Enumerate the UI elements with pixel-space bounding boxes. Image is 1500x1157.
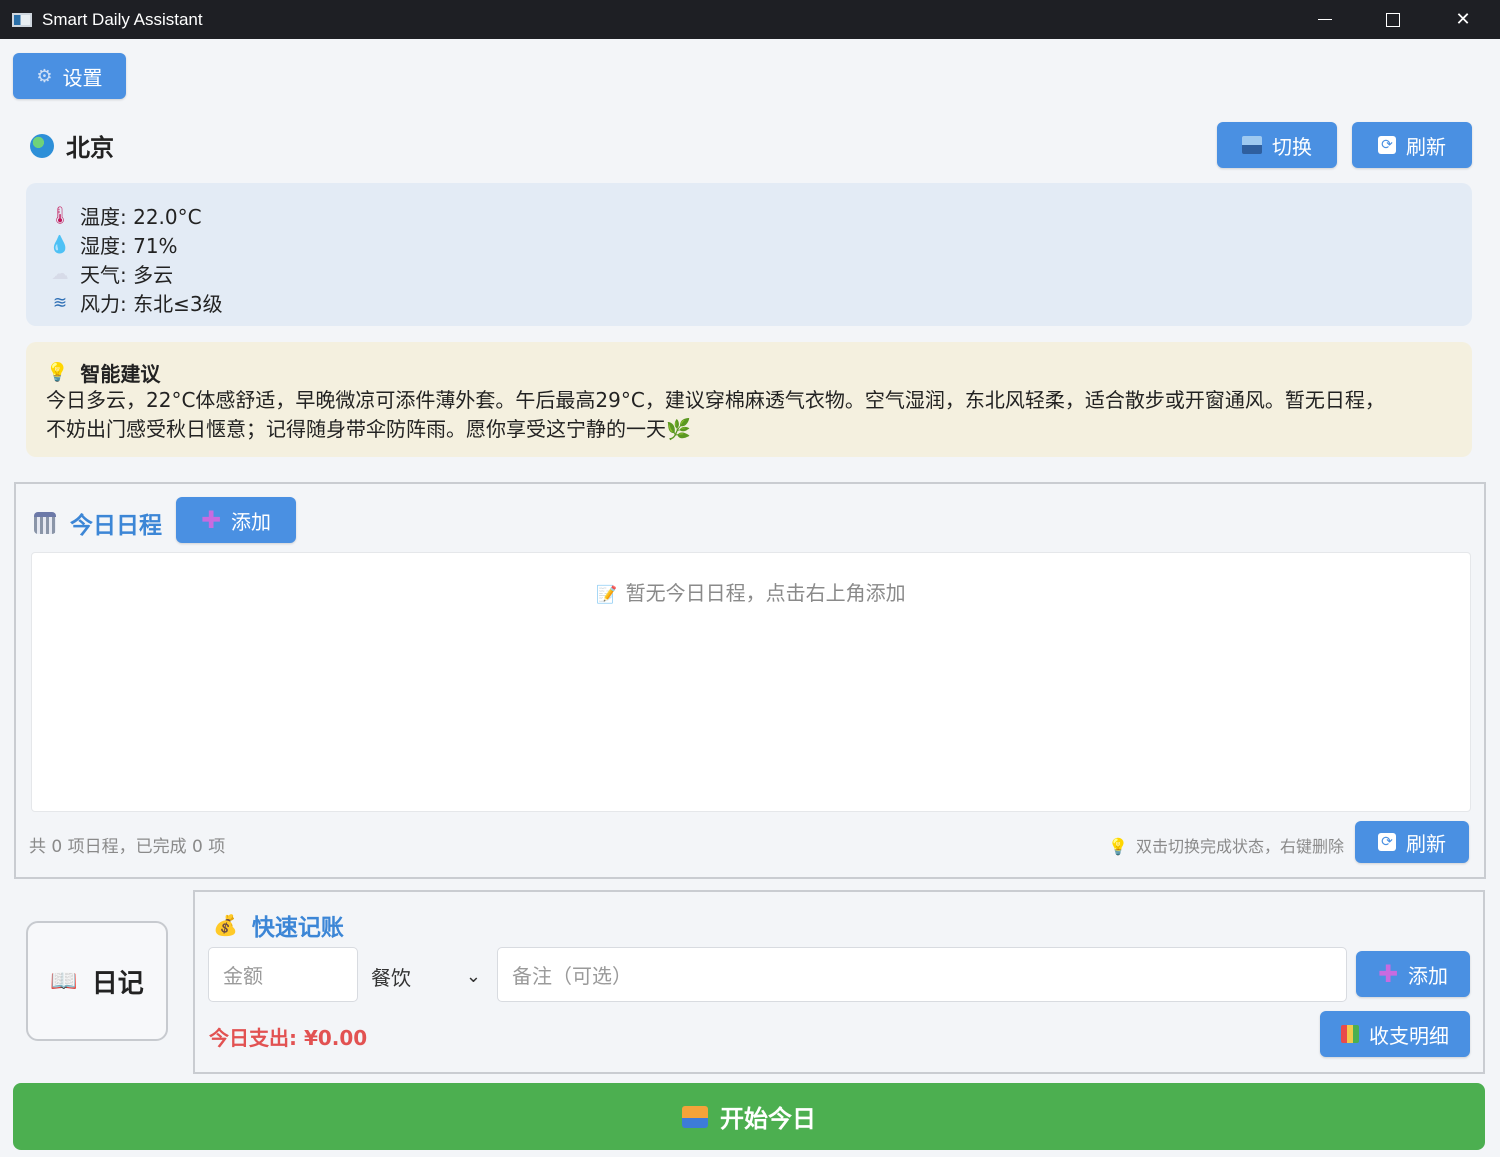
add-expense-label: 添加 — [1408, 963, 1449, 988]
memo-icon: 📝 — [596, 585, 618, 605]
add-schedule-label: 添加 — [231, 509, 272, 534]
bulb-icon: 💡 — [46, 361, 69, 383]
wind-row: ≋ 风力: 东北≤3级 — [48, 288, 1472, 317]
condition-row: ☁ 天气: 多云 — [48, 259, 1472, 288]
note-input[interactable]: 备注（可选） — [497, 947, 1347, 1002]
weather-panel: 🌡 温度: 22.0°C 💧 湿度: 71% ☁ 天气: 多云 ≋ 风力: 东北… — [26, 183, 1472, 326]
schedule-empty-message: 📝 暂无今日日程，点击右上角添加 — [32, 577, 1470, 606]
maximize-button[interactable] — [1358, 0, 1428, 39]
chart-icon — [1341, 1025, 1359, 1043]
globe-icon — [30, 133, 54, 158]
close-button[interactable]: ✕ — [1428, 0, 1498, 39]
schedule-section: 今日日程 ✚ 添加 📝 暂无今日日程，点击右上角添加 共 0 项日程，已完成 0 … — [14, 482, 1486, 879]
plus-icon: ✚ — [200, 506, 222, 534]
cloud-icon: ☁ — [51, 263, 69, 284]
refresh-icon: ⟳ — [1378, 833, 1396, 851]
humidity-row: 💧 湿度: 71% — [48, 230, 1472, 259]
window-titlebar: Smart Daily Assistant ✕ — [0, 0, 1500, 39]
refresh-schedule-label: 刷新 — [1406, 831, 1446, 856]
details-button[interactable]: 收支明细 — [1320, 1011, 1470, 1057]
category-selected: 餐饮 — [371, 966, 411, 990]
accounting-title: 快速记账 — [251, 915, 344, 941]
refresh-schedule-button[interactable]: ⟳ 刷新 — [1355, 821, 1469, 863]
settings-button[interactable]: ⚙ 设置 — [13, 53, 126, 99]
bulb-icon: 💡 — [1108, 837, 1128, 856]
city-switch-icon — [1242, 136, 1262, 154]
wind-icon: ≋ — [52, 292, 68, 313]
wind-text: 风力: 东北≤3级 — [80, 292, 223, 316]
advice-line-1: 今日多云，22°C体感舒适，早晚微凉可添件薄外套。午后最高29°C，建议穿棉麻透… — [46, 388, 1385, 412]
amount-placeholder: 金额 — [223, 964, 263, 988]
schedule-hint-text: 双击切换完成状态，右键删除 — [1135, 837, 1344, 856]
close-icon: ✕ — [1455, 9, 1471, 30]
minimize-icon — [1318, 19, 1332, 20]
empty-message-text: 暂无今日日程，点击右上角添加 — [625, 581, 906, 605]
accounting-title-row: 💰 快速记账 — [213, 908, 344, 942]
temperature-text: 温度: 22.0°C — [80, 205, 202, 229]
calendar-icon — [34, 512, 56, 534]
app-icon — [12, 12, 32, 27]
humidity-text: 湿度: 71% — [80, 234, 178, 258]
diary-label: 日记 — [91, 968, 144, 999]
book-icon: 📖 — [50, 968, 78, 994]
temperature-row: 🌡 温度: 22.0°C — [48, 201, 1472, 230]
advice-line-2: 不妨出门感受秋日惬意；记得随身带伞防阵雨。愿你享受这宁静的一天🌿 — [46, 417, 691, 441]
start-today-label: 开始今日 — [720, 1105, 816, 1133]
advice-title: 智能建议 — [80, 361, 161, 386]
start-today-button[interactable]: 开始今日 — [13, 1083, 1485, 1150]
switch-city-button[interactable]: 切换 — [1217, 122, 1337, 168]
refresh-icon: ⟳ — [1378, 136, 1396, 154]
diary-button[interactable]: 📖 日记 — [26, 921, 168, 1041]
chevron-down-icon: ⌄ — [465, 966, 481, 987]
condition-text: 天气: 多云 — [80, 263, 174, 287]
city-name: 北京 — [66, 134, 114, 162]
advice-title-row: 💡 智能建议 — [46, 358, 1452, 386]
category-select[interactable]: 餐饮 ⌄ — [371, 962, 481, 991]
minimize-button[interactable] — [1290, 0, 1360, 39]
refresh-weather-button[interactable]: ⟳ 刷新 — [1352, 122, 1472, 168]
add-schedule-button[interactable]: ✚ 添加 — [176, 497, 296, 543]
today-spend: 今日支出: ¥0.00 — [209, 1026, 368, 1050]
city-header: 北京 — [30, 128, 114, 163]
switch-label: 切换 — [1272, 134, 1312, 159]
maximize-icon — [1386, 12, 1400, 27]
schedule-list[interactable]: 📝 暂无今日日程，点击右上角添加 — [31, 552, 1471, 812]
schedule-hint: 💡 双击切换完成状态，右键删除 — [1108, 833, 1344, 857]
plus-icon: ✚ — [1377, 960, 1399, 988]
schedule-title-row: 今日日程 — [34, 506, 162, 540]
window-title: Smart Daily Assistant — [42, 9, 203, 29]
thermometer-icon: 🌡 — [49, 205, 71, 226]
droplet-icon: 💧 — [49, 234, 71, 255]
sunrise-icon — [682, 1105, 708, 1128]
schedule-stats: 共 0 项日程，已完成 0 项 — [29, 837, 226, 857]
settings-label: 设置 — [62, 65, 103, 90]
moneybag-icon: 💰 — [213, 913, 238, 937]
accounting-section: 💰 快速记账 金额 餐饮 ⌄ 备注（可选） ✚ 添加 今日支出: ¥0.00 收… — [193, 890, 1485, 1074]
refresh-label: 刷新 — [1406, 134, 1446, 159]
schedule-title: 今日日程 — [70, 513, 162, 539]
note-placeholder: 备注（可选） — [512, 964, 632, 988]
advice-panel: 💡 智能建议 今日多云，22°C体感舒适，早晚微凉可添件薄外套。午后最高29°C… — [26, 342, 1472, 457]
gear-icon: ⚙ — [36, 65, 53, 87]
details-label: 收支明细 — [1369, 1023, 1449, 1048]
add-expense-button[interactable]: ✚ 添加 — [1356, 951, 1470, 997]
amount-input[interactable]: 金额 — [208, 947, 358, 1002]
